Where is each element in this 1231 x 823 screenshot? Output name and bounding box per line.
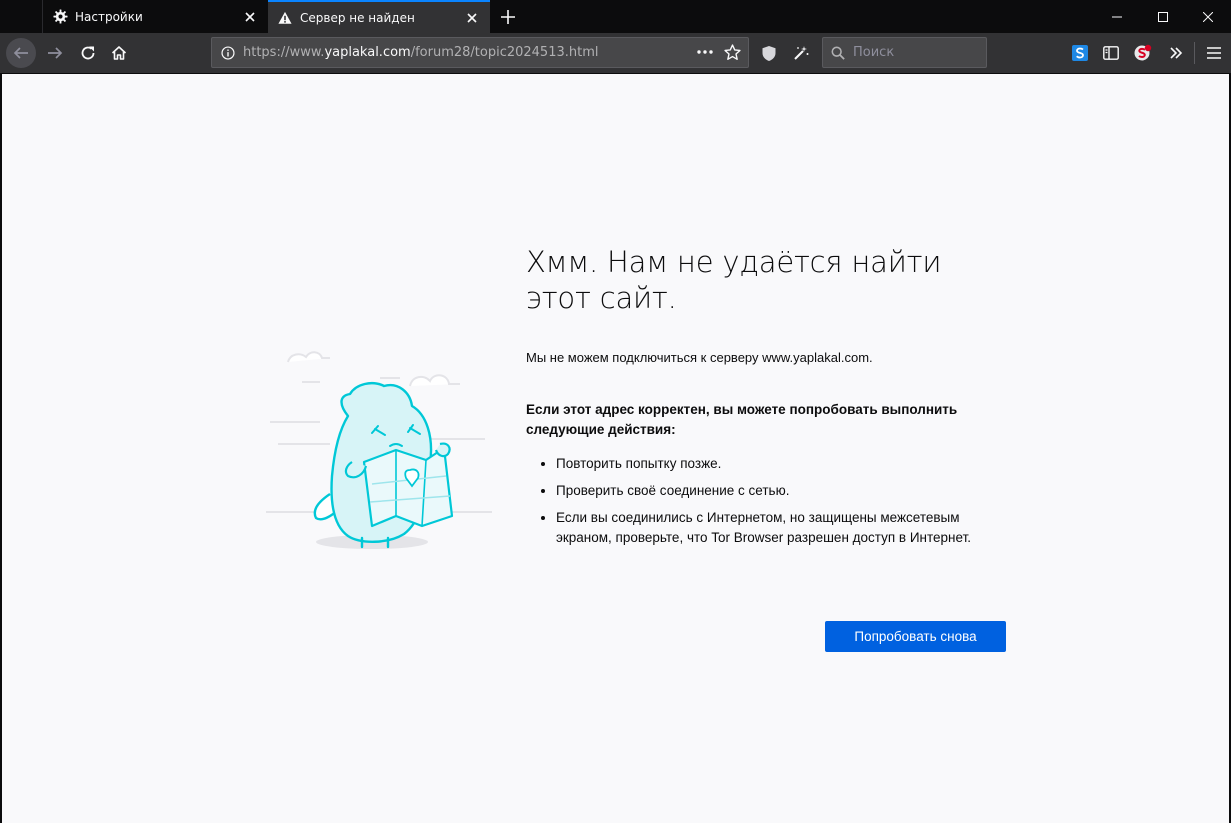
page-actions-icon[interactable] (696, 44, 714, 60)
close-icon[interactable] (240, 7, 260, 27)
minimize-button[interactable] (1094, 0, 1140, 33)
sidebar-icon (1103, 46, 1119, 60)
tab-title: Настройки (75, 9, 143, 24)
close-icon[interactable] (462, 8, 482, 28)
info-icon[interactable] (221, 45, 235, 60)
url-path: /forum28/topic2024513.html (410, 45, 599, 60)
magic-wand-button[interactable] (786, 38, 816, 68)
url-bar[interactable]: https://www.yaplakal.com/forum28/topic20… (211, 37, 749, 68)
tab-server-not-found[interactable]: Сервер не найден (268, 0, 490, 33)
error-description: Мы не можем подключиться к серверу www.y… (526, 350, 873, 365)
arrow-left-icon (13, 47, 28, 59)
overflow-menu-button[interactable] (1161, 38, 1191, 68)
navigation-toolbar: https://www.yaplakal.com/forum28/topic20… (0, 33, 1231, 74)
sidebar-button[interactable] (1096, 38, 1126, 68)
search-input[interactable] (851, 44, 980, 61)
bookmark-star-icon[interactable] (724, 44, 741, 61)
window-close-button[interactable] (1185, 0, 1231, 33)
new-tab-button[interactable] (496, 6, 520, 28)
toolbar-separator (1194, 42, 1195, 64)
home-icon (111, 46, 127, 60)
forward-button[interactable] (40, 38, 70, 68)
extension-red-button[interactable] (1128, 38, 1158, 68)
magic-wand-icon (794, 46, 809, 60)
url-prefix: https://www. (243, 45, 325, 60)
page-title: Хмм. Нам не удаётся найти этот сайт. (526, 245, 942, 315)
plus-icon (501, 10, 515, 24)
extension-s-button[interactable] (1065, 38, 1095, 68)
list-item: Проверить своё соединение с сетью. (556, 481, 1016, 501)
warning-icon (277, 10, 293, 26)
list-item: Повторить попытку позже. (556, 454, 1016, 474)
arrow-right-icon (48, 47, 63, 59)
advice-list: Повторить попытку позже. Проверить своё … (526, 454, 1016, 555)
maximize-button[interactable] (1140, 0, 1186, 33)
shield-icon (762, 45, 776, 61)
advice-heading: Если этот адрес корректен, вы можете поп… (526, 402, 958, 437)
reload-button[interactable] (73, 38, 103, 68)
close-icon (1203, 11, 1213, 22)
home-button[interactable] (104, 38, 134, 68)
url-text: https://www.yaplakal.com/forum28/topic20… (243, 45, 599, 60)
list-item: Если вы соединились с Интернетом, но защ… (556, 508, 1016, 548)
maximize-icon (1158, 11, 1168, 22)
tab-title: Сервер не найден (300, 10, 415, 25)
lost-monster-illustration (266, 351, 492, 549)
tab-settings[interactable]: Настройки (42, 0, 268, 33)
shield-button[interactable] (754, 38, 784, 68)
search-icon (831, 46, 845, 60)
search-bar[interactable] (822, 37, 987, 68)
reload-icon (81, 46, 95, 60)
back-button[interactable] (6, 38, 36, 68)
s-extension-icon (1072, 45, 1088, 61)
double-chevron-right-icon (1170, 47, 1183, 59)
error-page: Хмм. Нам не удаётся найти этот сайт. Мы … (0, 74, 1231, 823)
url-domain: yaplakal.com (324, 45, 411, 60)
hamburger-menu-button[interactable] (1199, 38, 1229, 68)
red-extension-icon (1134, 44, 1152, 61)
hamburger-menu-icon (1207, 47, 1221, 59)
minimize-icon (1112, 16, 1122, 17)
try-again-button[interactable]: Попробовать снова (825, 621, 1006, 652)
tab-strip: Настройки Сервер не найден (0, 0, 1231, 33)
gear-icon (52, 9, 68, 25)
